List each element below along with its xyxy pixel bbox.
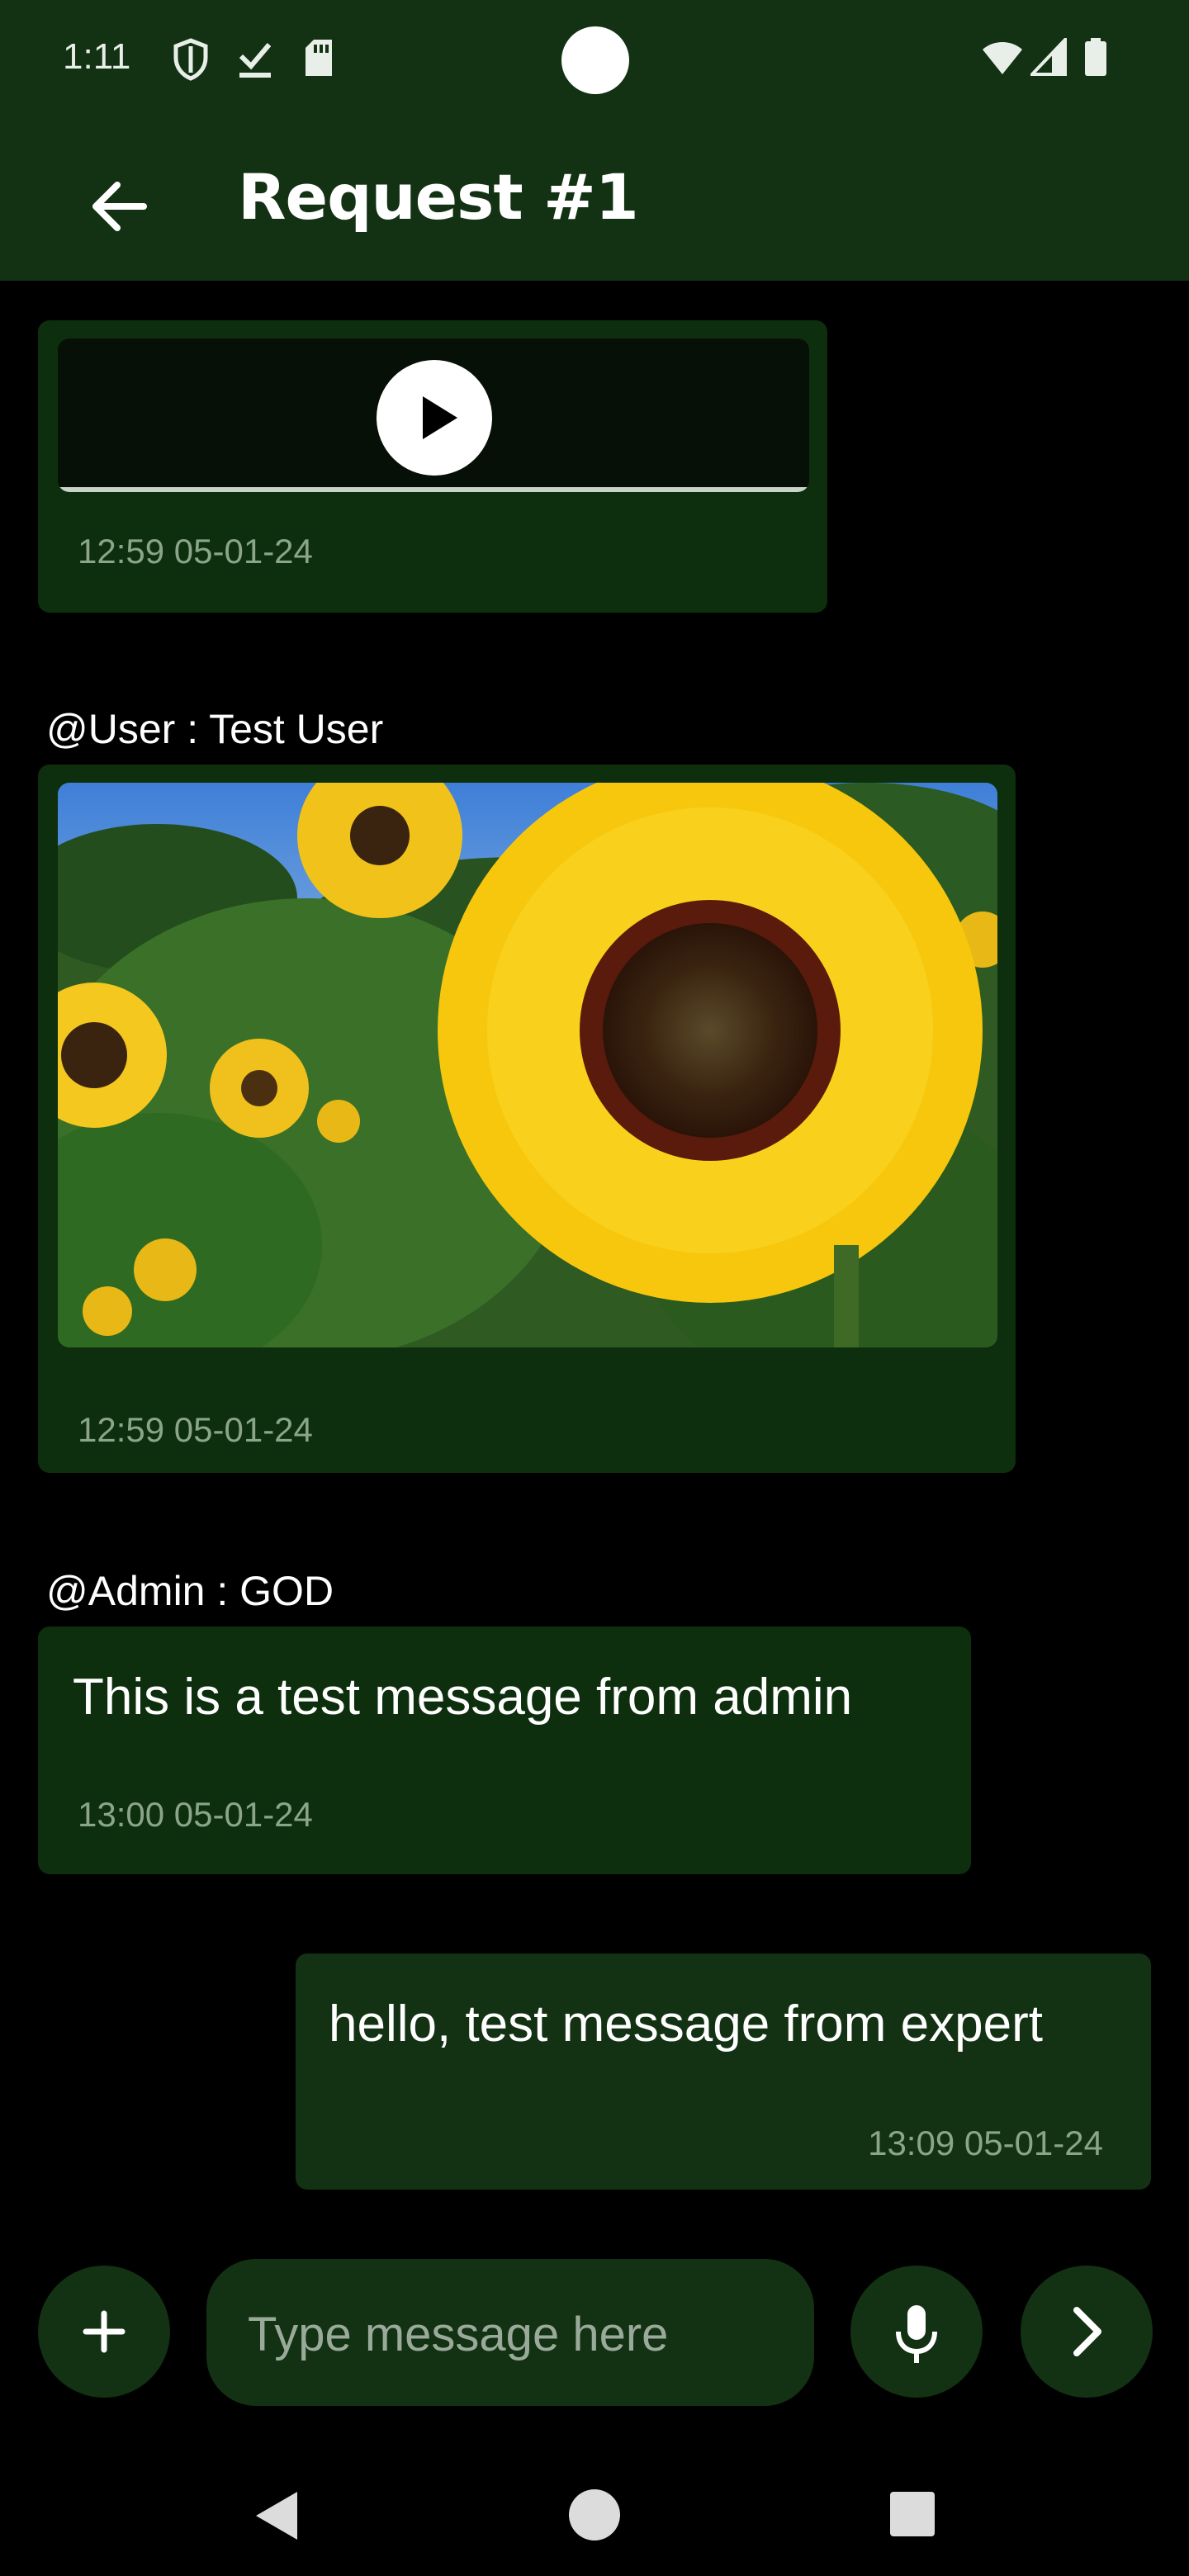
- audio-progress-bar[interactable]: [58, 487, 809, 492]
- send-button[interactable]: [1021, 2266, 1153, 2398]
- recents-square-icon[interactable]: [887, 2488, 938, 2540]
- wifi-icon: [983, 42, 1022, 74]
- audio-player: [58, 339, 809, 492]
- sender-label: @Admin : GOD: [46, 1568, 334, 1614]
- message-time: 13:00 05-01-24: [78, 1795, 313, 1834]
- status-time: 1:11: [63, 36, 131, 77]
- message-text: This is a test message from admin: [73, 1669, 853, 1726]
- attach-button[interactable]: [38, 2266, 170, 2398]
- sunflower-photo[interactable]: [58, 783, 997, 1347]
- camera-cutout: [561, 26, 629, 94]
- message-time: 12:59 05-01-24: [78, 1410, 313, 1449]
- message-input[interactable]: Type message here: [206, 2259, 814, 2406]
- large-sunflower: [438, 783, 983, 1303]
- message-input-placeholder: Type message here: [248, 2308, 669, 2361]
- arrow-back-icon: [92, 182, 147, 231]
- message-text: hello, test message from expert: [329, 1996, 1043, 2053]
- back-triangle-icon[interactable]: [248, 2487, 306, 2545]
- play-icon: [423, 396, 457, 439]
- message-time: 13:09 05-01-24: [868, 2124, 1103, 2162]
- app-bar: Request #1: [0, 124, 1189, 281]
- system-navigation-bar: [0, 2444, 1189, 2576]
- back-button[interactable]: [79, 165, 162, 248]
- chevron-right-icon: [1073, 2307, 1101, 2356]
- play-button[interactable]: [377, 360, 492, 476]
- image-message-bubble: 12:59 05-01-24: [38, 765, 1016, 1473]
- plus-icon: [83, 2310, 126, 2353]
- microphone-button[interactable]: [850, 2266, 983, 2398]
- microphone-icon: [896, 2305, 937, 2363]
- battery-icon: [1085, 38, 1106, 76]
- text-message-bubble[interactable]: This is a test message from admin 13:00 …: [38, 1627, 971, 1874]
- sender-label: @User : Test User: [46, 706, 384, 752]
- message-list[interactable]: 12:59 05-01-24 @User : Test User 12:59 0…: [0, 281, 1189, 2237]
- shield-icon: [173, 38, 208, 81]
- message-time: 12:59 05-01-24: [78, 532, 313, 571]
- outgoing-message-bubble[interactable]: hello, test message from expert 13:09 05…: [296, 1953, 1151, 2190]
- sunflower-image: [58, 783, 997, 1347]
- download-done-icon: [239, 43, 272, 78]
- page-title: Request #1: [238, 160, 639, 234]
- sd-card-icon: [306, 40, 332, 76]
- cellular-signal-icon: [1030, 38, 1067, 76]
- audio-message-bubble: 12:59 05-01-24: [38, 320, 827, 613]
- status-bar: 1:11: [0, 0, 1189, 124]
- home-circle-icon[interactable]: [566, 2487, 623, 2543]
